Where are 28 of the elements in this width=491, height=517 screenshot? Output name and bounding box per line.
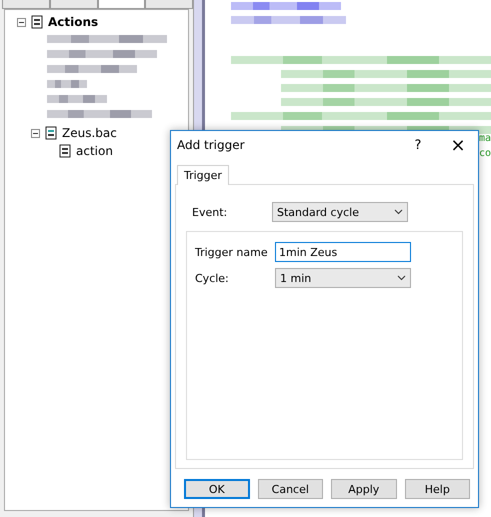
field-label: Event:: [192, 206, 228, 218]
chevron-down-icon: [394, 209, 403, 215]
pixelated-text: [47, 95, 107, 103]
document-icon: [30, 15, 44, 29]
dialog-tab[interactable]: Trigger: [177, 165, 229, 185]
dialog-button[interactable]: Apply: [331, 479, 397, 499]
document-icon: [44, 126, 58, 140]
cycle-dropdown[interactable]: 1 min: [275, 268, 411, 288]
chevron-down-icon: [397, 275, 406, 281]
document-icon: [58, 144, 72, 158]
close-button[interactable]: ×: [438, 131, 478, 159]
tree-item[interactable]: Zeus.bac: [62, 126, 117, 140]
tree-item[interactable]: Actions: [48, 15, 98, 29]
help-button[interactable]: ?: [398, 131, 438, 159]
code-fragment: ma: [478, 133, 491, 144]
tree-item[interactable]: action: [76, 144, 113, 158]
collapse-toggle[interactable]: [31, 128, 40, 138]
code-fragment: co: [478, 148, 491, 159]
collapse-toggle[interactable]: [17, 18, 26, 26]
field-label: Trigger name: [195, 246, 269, 258]
pixelated-text: [47, 80, 87, 88]
field-label: Cycle:: [195, 272, 230, 284]
event-dropdown[interactable]: Standard cycle: [272, 202, 408, 222]
dialog-button[interactable]: Help: [404, 479, 470, 499]
dialog-title: Add trigger: [177, 138, 246, 152]
trigger-name-field[interactable]: 1min Zeus: [275, 242, 411, 262]
dialog-button[interactable]: OK: [184, 479, 250, 499]
dialog-button[interactable]: Cancel: [258, 479, 324, 499]
